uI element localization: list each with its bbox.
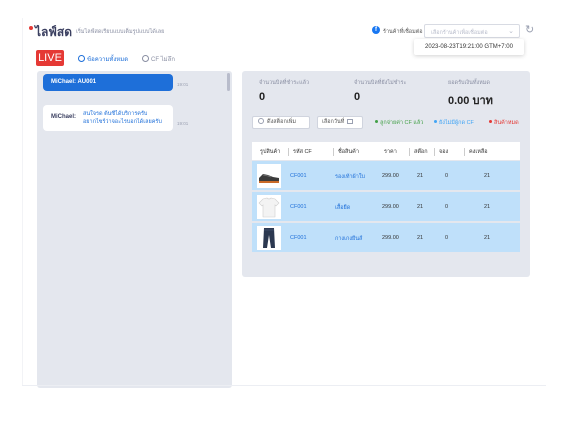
red-dot-icon — [489, 120, 492, 123]
cf-code[interactable]: CF001 — [290, 235, 307, 241]
stock: 21 — [417, 235, 424, 241]
chevron-down-icon: ⌄ — [508, 28, 514, 35]
blue-dot-icon — [434, 120, 437, 123]
stat-label: จำนวนบิลที่ยังไม่ชำระ — [354, 80, 407, 86]
tshirt-icon — [257, 195, 281, 219]
tab-all-messages-label: ข้อความทั้งหมด — [87, 57, 129, 63]
chat-message-time: 19:01 — [177, 121, 189, 126]
sales-panel: จำนวนบิลที่ชำระแล้ว 0 จำนวนบิลที่ยังไม่ช… — [242, 71, 530, 277]
pull-stock-label: ดึงสต็อกเพิ่ม — [267, 119, 296, 125]
remaining: 21 — [484, 235, 491, 241]
column-header: จอง — [434, 148, 448, 156]
tab-cf-only[interactable]: CF ไม่ลึก — [142, 54, 175, 64]
cf-code[interactable]: CF001 — [290, 173, 307, 179]
live-badge: LIVE — [36, 50, 64, 66]
legend-sold-out-label: สินค้าหมด — [494, 120, 519, 126]
facebook-icon: f — [372, 26, 380, 34]
chat-message[interactable]: MiChael: สนใจรด ต้นซีได้บริการครับ อยากไ… — [43, 105, 173, 131]
column-header: รูปสินค้า — [260, 149, 281, 155]
shoe-icon — [257, 164, 281, 188]
table-row[interactable]: CF001 กางเกงยีนส์ 299.00 21 0 21 — [252, 223, 520, 253]
stat-total-revenue: ยอดรับเงินทั้งหมด 0.00 บาท — [448, 79, 493, 109]
price: 299.00 — [382, 173, 399, 179]
refresh-icon[interactable]: ↻ — [525, 23, 534, 36]
shop-select[interactable]: เลือกร้านค้าเพื่อเชื่อมต่อ ⌄ — [424, 24, 520, 38]
remaining: 21 — [484, 173, 491, 179]
tab-all-messages[interactable]: ข้อความทั้งหมด — [78, 54, 128, 64]
shop-select-placeholder: เลือกร้านค้าเพื่อเชื่อมต่อ — [431, 30, 488, 36]
pull-stock-button[interactable]: ดึงสต็อกเพิ่ม — [252, 116, 310, 129]
table-row[interactable]: CF001 รองเท้าผ้าใบ 299.00 21 0 21 — [252, 161, 520, 191]
chat-scrollbar[interactable] — [227, 73, 230, 91]
column-header: สต๊อก — [409, 148, 428, 156]
chat-panel[interactable]: MiChael: AU001 19:01 MiChael: สนใจรด ต้น… — [37, 71, 232, 388]
stat-label: จำนวนบิลที่ชำระแล้ว — [259, 80, 310, 86]
page-subtitle: เริ่มไลฟ์สดเรียบแบบเต็มรูปแบบได้เลย — [76, 29, 165, 35]
column-header: คงเหลือ — [464, 148, 488, 156]
jeans-icon — [257, 226, 281, 250]
stock: 21 — [417, 204, 424, 210]
price: 299.00 — [382, 235, 399, 241]
left-border — [22, 18, 23, 385]
chat-message-time: 19:01 — [177, 82, 189, 87]
reserved: 0 — [445, 235, 449, 241]
chat-bubble-icon — [78, 55, 85, 62]
legend-pending-label: ยังไม่มีผู้กด CF — [439, 120, 474, 126]
page-title: ไลฟ์สด — [35, 25, 73, 39]
column-header: รหัส CF — [288, 148, 312, 156]
chat-message-text: AU001 — [77, 79, 97, 85]
chat-message-name: MiChael: — [51, 79, 77, 85]
plus-circle-icon — [258, 118, 264, 124]
live-dot-icon — [29, 26, 33, 30]
stat-value: 0.00 บาท — [448, 95, 493, 107]
chat-message-line: อยากไซร์ว่าจอะไรบอกได้เลยครับ — [83, 119, 162, 125]
calendar-icon — [347, 119, 354, 124]
reserved: 0 — [445, 204, 449, 210]
chat-message[interactable]: MiChael: AU001 — [43, 74, 173, 91]
chat-message-name: MiChael: — [51, 114, 77, 120]
stat-value: 0 — [354, 91, 361, 103]
bottom-divider — [22, 385, 546, 386]
stat-label: ยอดรับเงินทั้งหมด — [448, 80, 491, 86]
stat-value: 0 — [259, 91, 266, 103]
cf-code[interactable]: CF001 — [290, 204, 307, 210]
stock: 21 — [417, 173, 424, 179]
table-header: รูปสินค้า รหัส CF ชื่อสินค้า ราคา สต๊อก … — [252, 142, 520, 160]
product-name: รองเท้าผ้าใบ — [335, 174, 366, 180]
tab-cf-only-label: CF ไม่ลึก — [151, 57, 175, 63]
price: 299.00 — [382, 204, 399, 210]
reserved: 0 — [445, 173, 449, 179]
column-header: ราคา — [384, 149, 397, 155]
stat-unpaid-bills: จำนวนบิลที่ยังไม่ชำระ 0 — [354, 79, 406, 103]
stat-paid-bills: จำนวนบิลที่ชำระแล้ว 0 — [259, 79, 309, 103]
cf-icon — [142, 55, 149, 62]
green-dot-icon — [375, 120, 378, 123]
legend-paid: ลูกจ่ายค่า CF แล้ว — [375, 119, 423, 127]
product-name: กางเกงยีนส์ — [335, 236, 363, 242]
live-page: ไลฟ์สด เริ่มไลฟ์สดเรียบแบบเต็มรูปแบบได้เ… — [22, 18, 546, 388]
date-picker-button[interactable]: เลือกวันที่ — [317, 116, 363, 129]
chat-message-line: สนใจรด ต้นซีได้บริการครับ — [83, 111, 148, 117]
column-header: ชื่อสินค้า — [333, 148, 359, 156]
legend-pending: ยังไม่มีผู้กด CF — [434, 119, 474, 127]
timestamp-tooltip: 2023-08-23T19:21:00 GTM+7:00 — [414, 39, 524, 55]
chat-message-text: สนใจรด ต้นซีได้บริการครับ อยากไซร์ว่าจอะ… — [83, 110, 171, 126]
remaining: 21 — [484, 204, 491, 210]
product-name: เสื้อยืด — [335, 205, 351, 211]
legend-paid-label: ลูกจ่ายค่า CF แล้ว — [380, 120, 424, 126]
shop-label: ร้านค้าที่เชื่อมต่อ — [383, 29, 423, 35]
date-picker-label: เลือกวันที่ — [322, 119, 345, 125]
table-row[interactable]: CF001 เสื้อยืด 299.00 21 0 21 — [252, 192, 520, 222]
legend-sold-out: สินค้าหมด — [489, 119, 519, 127]
